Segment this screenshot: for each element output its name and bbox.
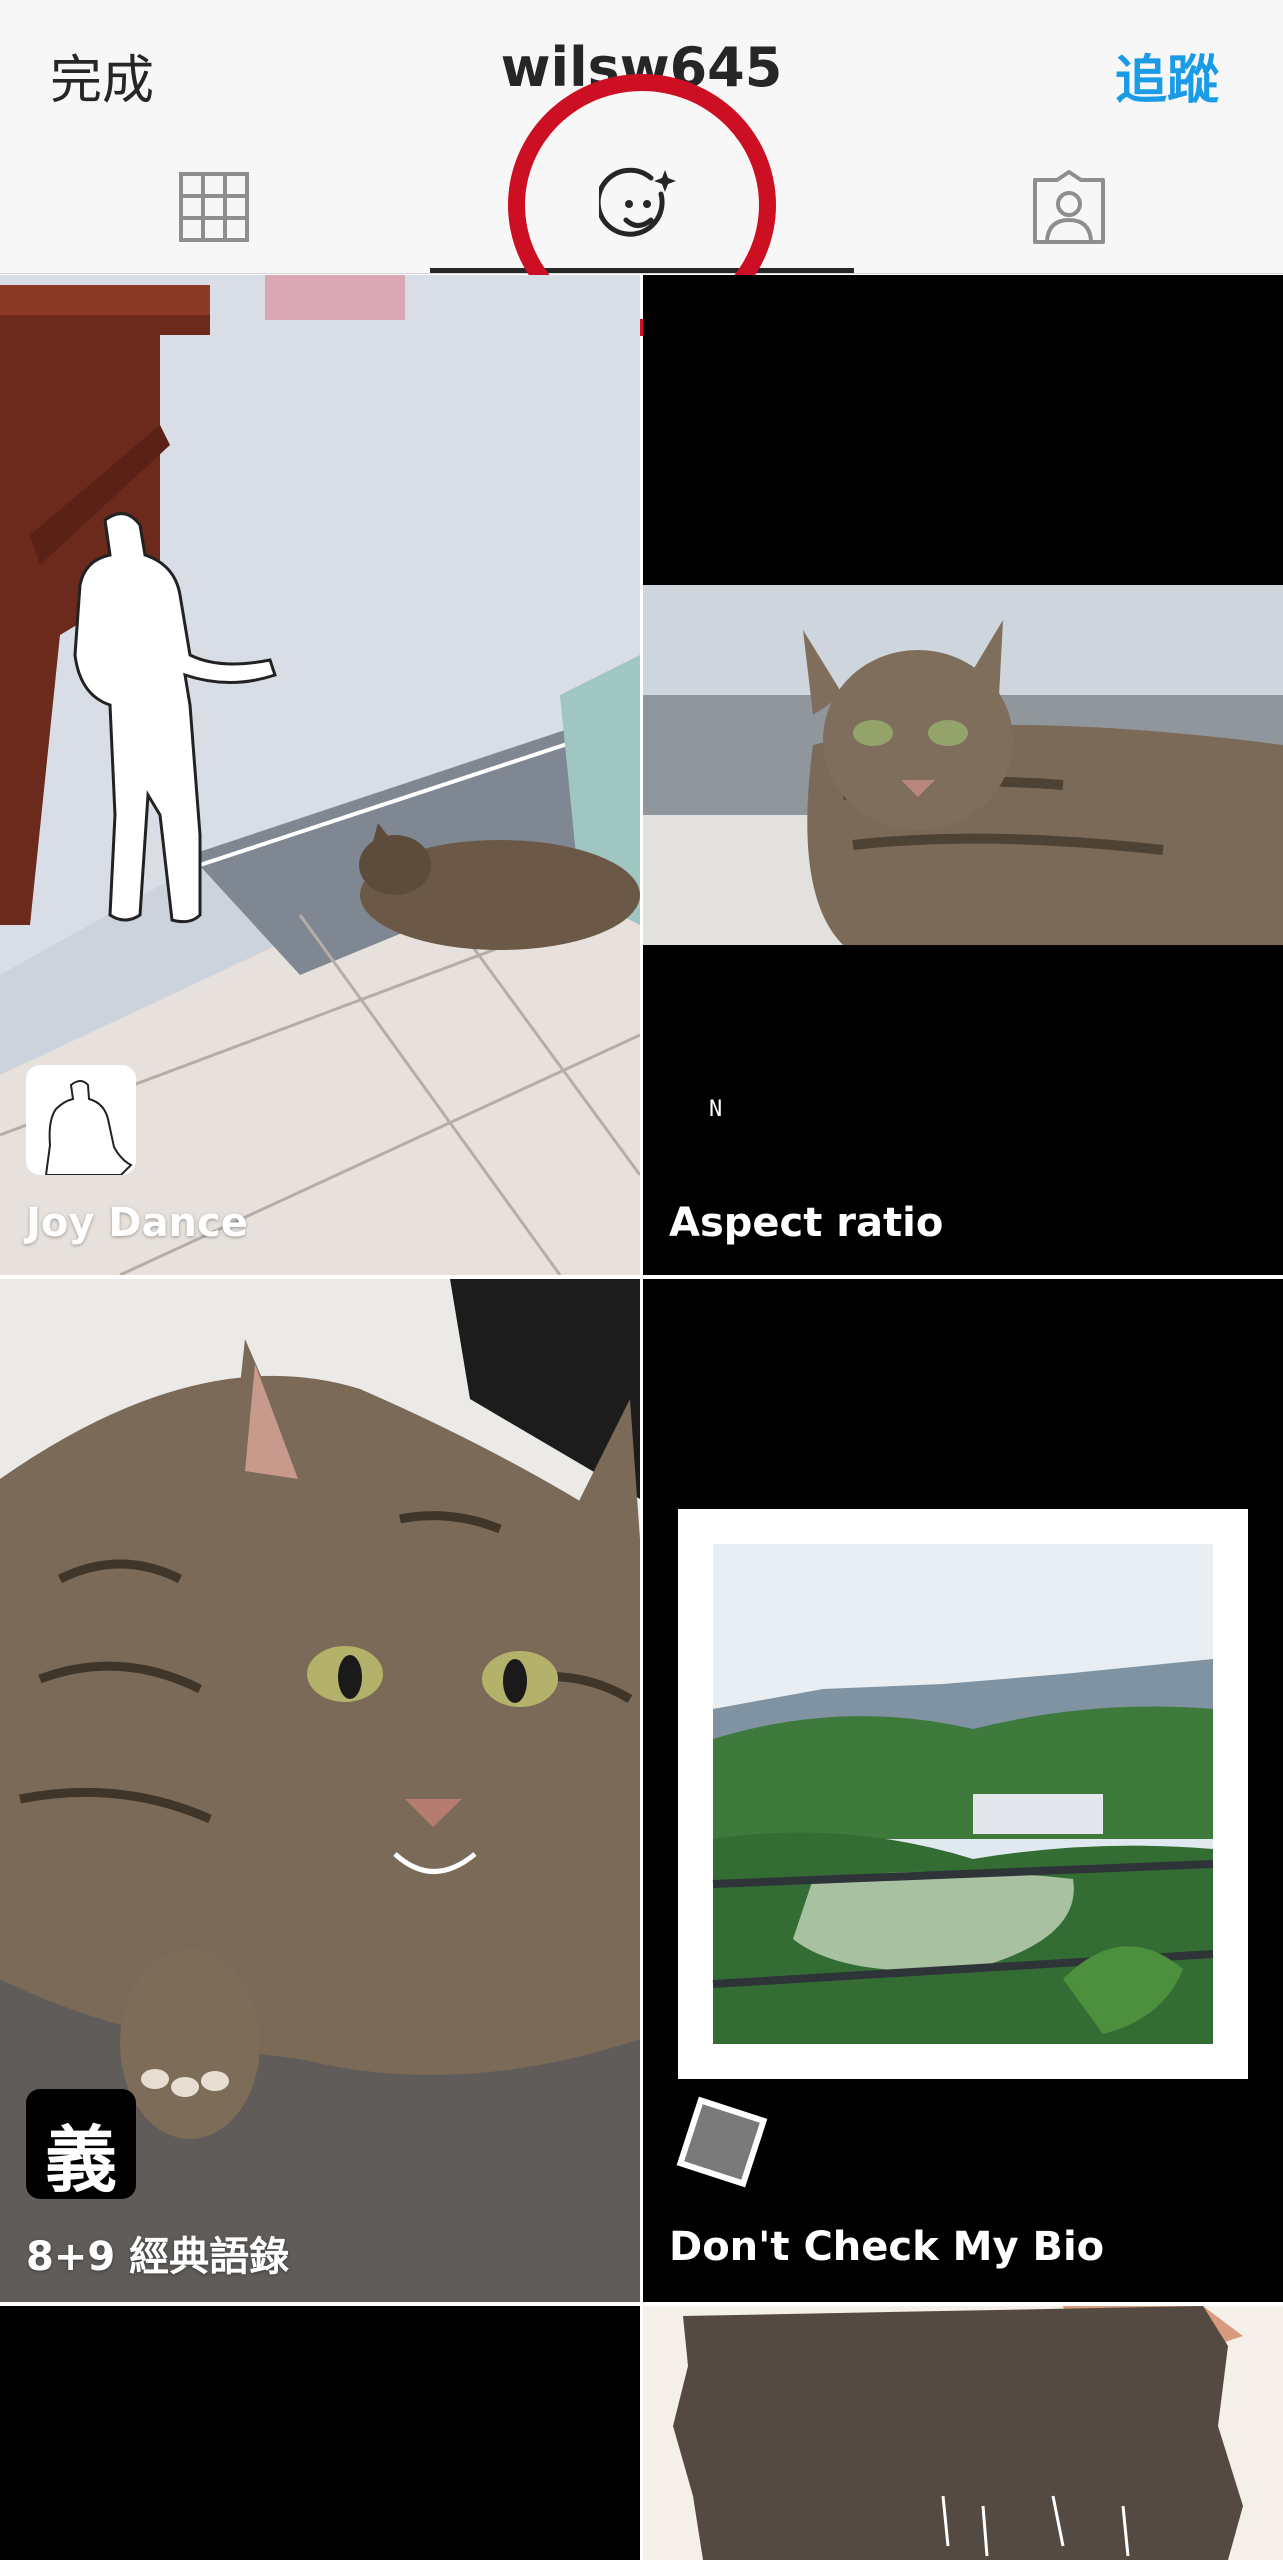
effect-tile-aspect-ratio[interactable]: N Aspect ratio bbox=[643, 275, 1283, 1275]
follow-button[interactable]: 追蹤 bbox=[1115, 38, 1219, 113]
effect-tile-8-9-quotes[interactable]: 義 8+9 經典語錄 bbox=[0, 1279, 640, 2302]
tagged-person-icon bbox=[1032, 170, 1105, 244]
face-sparkle-icon bbox=[598, 167, 676, 237]
top-bar: 完成 wilsw645 追蹤 bbox=[0, 0, 1283, 140]
tab-tagged[interactable] bbox=[855, 140, 1282, 274]
effect-tile-dont-check-my-bio[interactable]: Don't Check My Bio bbox=[643, 1279, 1283, 2302]
effect-tile-joy-dance[interactable]: Joy Dance bbox=[0, 275, 640, 1275]
tilted-square-icon bbox=[669, 2089, 779, 2199]
preview-image bbox=[0, 2306, 640, 2560]
effect-tile-partial-left[interactable] bbox=[0, 2306, 640, 2560]
active-tab-indicator bbox=[430, 268, 854, 273]
small-n-glyph-icon: N bbox=[669, 1065, 779, 1175]
tab-effects[interactable] bbox=[428, 140, 855, 274]
grid-icon bbox=[178, 172, 249, 242]
dancer-silhouette-icon bbox=[26, 1065, 136, 1175]
effect-name: 8+9 經典語錄 bbox=[26, 2234, 290, 2280]
profile-tabs bbox=[0, 140, 1283, 274]
effect-tile-partial-right[interactable] bbox=[643, 2306, 1283, 2560]
effect-name: Joy Dance bbox=[26, 1200, 248, 1246]
effect-name: Don't Check My Bio bbox=[669, 2224, 1105, 2270]
tab-grid[interactable] bbox=[0, 140, 427, 274]
calligraphy-yi-icon: 義 bbox=[26, 2089, 136, 2199]
effect-name: Aspect ratio bbox=[669, 1200, 944, 1246]
preview-image bbox=[643, 2306, 1283, 2560]
profile-username: wilsw645 bbox=[500, 36, 783, 99]
